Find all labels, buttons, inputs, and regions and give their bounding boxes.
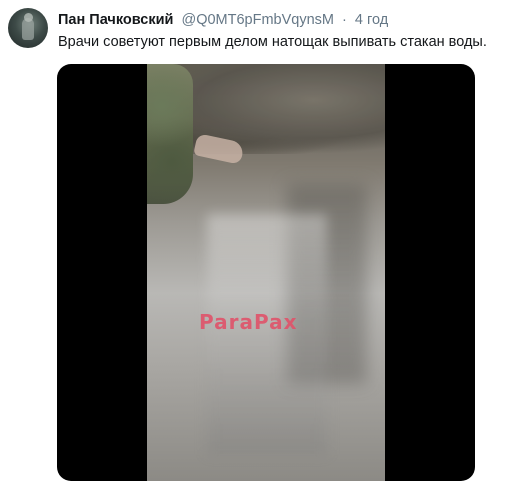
author-name[interactable]: Пан Пачковский [58,12,173,28]
water-reflection [207,214,327,454]
watermark: ParaPax [199,310,298,334]
timestamp[interactable]: 4 год [355,12,388,28]
video-media[interactable]: ParaPax [57,64,475,481]
soldier-figure [147,64,193,204]
author-handle[interactable]: @Q0MT6pFmbVqynsM [181,12,334,28]
avatar[interactable] [8,8,48,48]
video-frame: ParaPax [147,64,385,481]
separator-dot: · [342,12,347,28]
tweet-header: Пан Пачковский @Q0MT6pFmbVqynsM · 4 год [58,10,523,30]
tweet[interactable]: Пан Пачковский @Q0MT6pFmbVqynsM · 4 год … [0,0,529,484]
avatar-head [24,13,33,22]
tweet-text: Врачи советуют первым делом натощак выпи… [58,34,487,50]
